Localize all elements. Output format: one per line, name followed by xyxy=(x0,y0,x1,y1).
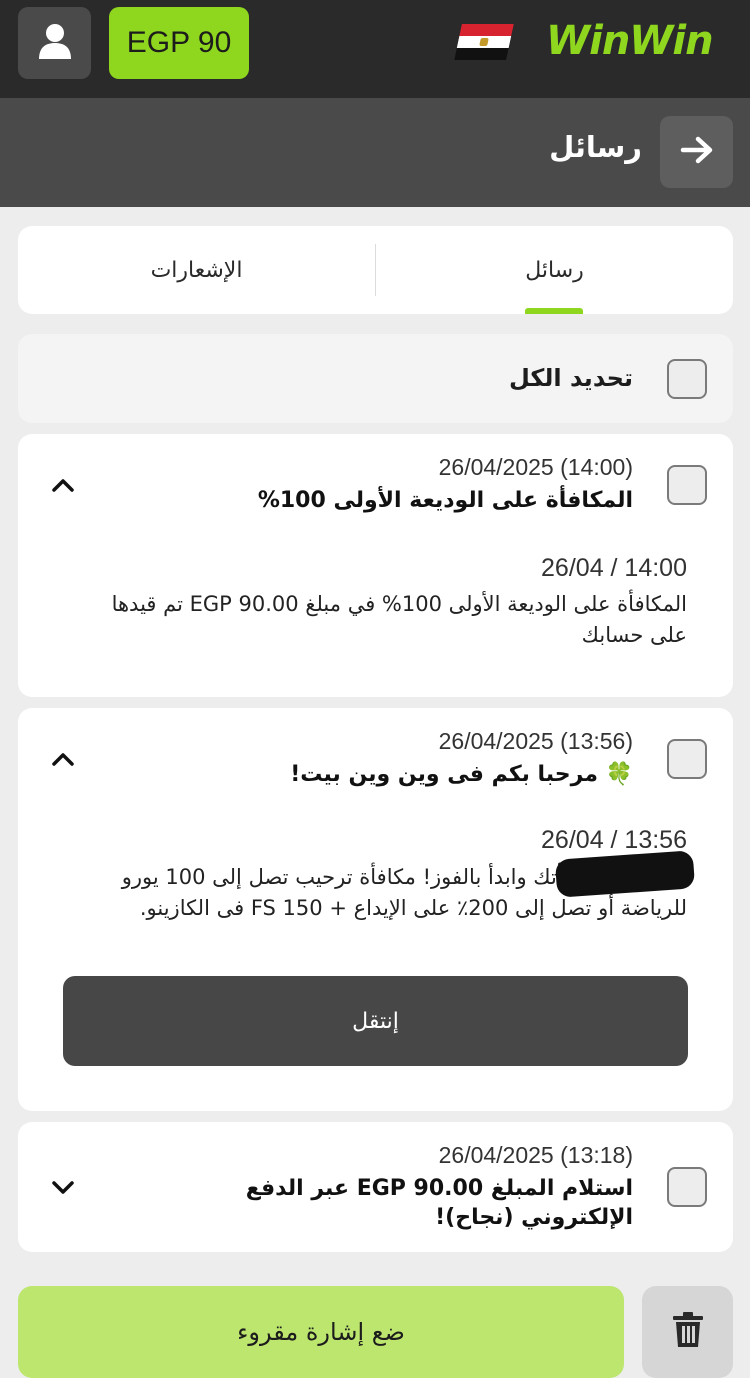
arrow-right-icon xyxy=(680,136,714,168)
page-title: رسائل xyxy=(549,130,642,164)
message-date: 26/04/2025 (14:00) xyxy=(438,454,633,480)
tab-divider xyxy=(375,244,376,296)
select-all-label: تحديد الكل xyxy=(508,364,633,392)
top-bar: EGP 90 WinWin xyxy=(0,0,750,98)
message-date: 26/04/2025 (13:56) xyxy=(438,728,633,754)
tab-messages[interactable]: رسائل xyxy=(376,226,733,314)
message-title[interactable]: المكافأة على الوديعة الأولى 100% xyxy=(258,487,633,516)
message-checkbox[interactable] xyxy=(667,739,707,779)
user-icon xyxy=(37,22,73,64)
active-tab-indicator xyxy=(525,308,583,314)
winwin-logo[interactable]: WinWin xyxy=(546,18,714,64)
user-account-button[interactable] xyxy=(18,7,91,79)
bottom-action-bar: ضع إشارة مقروء xyxy=(0,1268,750,1378)
chevron-up-icon[interactable] xyxy=(50,746,76,772)
mark-as-read-button[interactable]: ضع إشارة مقروء xyxy=(18,1286,624,1378)
tabs: رسائل الإشعارات xyxy=(18,226,733,314)
tab-notifications[interactable]: الإشعارات xyxy=(18,226,375,314)
egypt-flag-icon[interactable] xyxy=(454,24,514,60)
message-body-date: 26/04 / 14:00 xyxy=(541,554,687,582)
message-title[interactable]: استلام المبلغ EGP 90.00 عبر الدفع الإلكت… xyxy=(153,1175,633,1232)
message-date: 26/04/2025 (13:18) xyxy=(438,1142,633,1168)
go-button[interactable]: إنتقل xyxy=(63,976,688,1066)
chevron-up-icon[interactable] xyxy=(50,472,76,498)
message-checkbox[interactable] xyxy=(667,465,707,505)
select-all-checkbox[interactable] xyxy=(667,359,707,399)
select-all-row: تحديد الكل xyxy=(18,334,733,423)
message-card: 26/04/2025 (13:18) استلام المبلغ EGP 90.… xyxy=(18,1122,733,1252)
back-button[interactable] xyxy=(660,116,733,188)
trash-icon xyxy=(672,1312,704,1352)
message-body-text: المكافأة على الوديعة الأولى 100% في مبلغ… xyxy=(111,592,687,647)
balance-button[interactable]: EGP 90 xyxy=(109,7,249,79)
message-body-date: 26/04 / 13:56 xyxy=(541,826,687,854)
message-card: 26/04/2025 (13:56) 🍀 مرحبا بكم فى وين وي… xyxy=(18,708,733,1111)
delete-button[interactable] xyxy=(642,1286,733,1378)
chevron-down-icon[interactable] xyxy=(50,1174,76,1200)
message-title[interactable]: 🍀 مرحبا بكم فى وين وين بيت! xyxy=(290,761,633,790)
message-card: 26/04/2025 (14:00) المكافأة على الوديعة … xyxy=(18,434,733,697)
page-header: رسائل xyxy=(0,98,750,207)
message-checkbox[interactable] xyxy=(667,1167,707,1207)
